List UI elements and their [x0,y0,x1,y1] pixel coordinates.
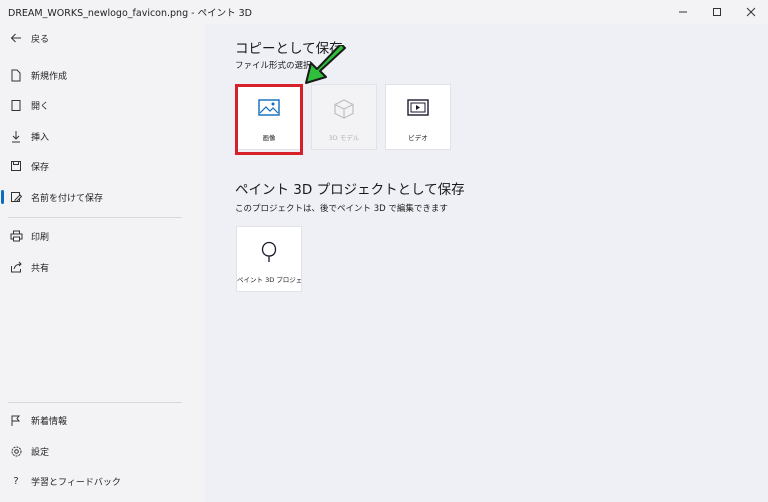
title-bar: DREAM_WORKS_newlogo_favicon.png - ペイント 3… [0,0,768,24]
sidebar-item-save-as[interactable]: 名前を付けて保存 [0,183,205,211]
sidebar-item-feedback[interactable]: ? 学習とフィードバック [0,467,205,495]
sidebar-item-whats-new[interactable]: 新着情報 [0,406,205,434]
sidebar-item-label: 印刷 [31,233,50,243]
tile-label: 3D モデル [328,134,360,142]
sidebar-item-save[interactable]: 保存 [0,152,205,180]
share-icon [9,260,23,274]
sidebar-item-new[interactable]: 新規作成 [0,61,205,89]
close-icon[interactable] [734,0,768,24]
active-indicator [1,190,4,204]
paint3d-project-icon [237,241,301,262]
save-as-icon [9,190,23,204]
format-tile-video[interactable]: ビデオ [385,84,451,150]
sidebar-item-label: 名前を付けて保存 [31,194,104,204]
new-file-icon [9,68,23,82]
tile-label: ビデオ [408,134,428,142]
sidebar-item-label: 新規作成 [31,72,68,82]
project-tile-paint3d[interactable]: ペイント 3D プロジェ... [236,226,302,292]
sidebar-item-insert[interactable]: 挿入 [0,122,205,150]
highlight-box [235,84,303,155]
sidebar-item-print[interactable]: 印刷 [0,222,205,250]
tile-label: ペイント 3D プロジェ... [237,276,301,284]
back-button[interactable]: 戻る [0,24,205,52]
sidebar-divider [8,402,182,403]
flag-icon [9,413,23,427]
open-icon [9,98,23,112]
back-label: 戻る [31,35,50,45]
insert-icon [9,129,23,143]
sidebar-item-label: 共有 [31,264,50,274]
gear-icon [9,444,23,458]
project-section-heading: ペイント 3D プロジェクトとして保存 [235,182,465,198]
back-arrow-icon [9,31,23,45]
sidebar-item-share[interactable]: 共有 [0,253,205,281]
3d-model-icon [312,99,376,119]
print-icon [9,229,23,243]
pointer-arrow-icon [305,45,346,84]
help-icon: ? [13,475,19,487]
minimize-icon[interactable] [666,0,700,24]
project-section-subheading: このプロジェクトは、後でペイント 3D で編集できます [235,204,448,214]
format-tile-3d-model[interactable]: 3D モデル [311,84,377,150]
sidebar: 戻る 新規作成 開く 挿入 保存 名前を付けて保存 印刷 共有 新着情報 設定 … [0,24,205,502]
sidebar-item-label: 保存 [31,163,50,173]
window-controls [666,0,768,24]
video-icon [386,99,450,119]
window-title: DREAM_WORKS_newlogo_favicon.png - ペイント 3… [8,8,252,19]
maximize-icon[interactable] [700,0,734,24]
save-icon [9,159,23,173]
sidebar-item-label: 開く [31,102,50,112]
sidebar-item-settings[interactable]: 設定 [0,437,205,465]
sidebar-divider [8,217,182,218]
sidebar-item-label: 挿入 [31,133,50,143]
sidebar-item-label: 新着情報 [31,417,68,427]
sidebar-item-open[interactable]: 開く [0,91,205,119]
sidebar-item-label: 設定 [31,448,50,458]
sidebar-item-label: 学習とフィードバック [31,478,121,488]
